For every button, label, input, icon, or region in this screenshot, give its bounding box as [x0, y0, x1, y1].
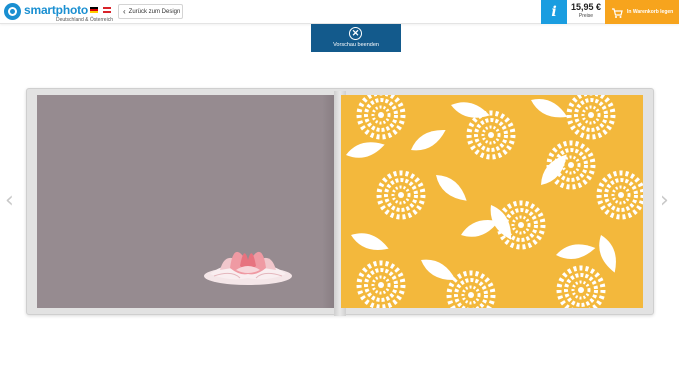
add-to-cart-button[interactable]: In Warenkorb legen — [605, 0, 679, 24]
info-icon: i — [551, 4, 557, 20]
back-to-design-label: Zurück zum Design — [128, 8, 181, 15]
previous-page-arrow[interactable]: ‹ — [5, 190, 14, 212]
info-button[interactable]: i — [541, 0, 567, 24]
smartphoto-logo[interactable]: smartphoto Deutschland & Österreich — [4, 2, 114, 23]
logo-name: smartphoto — [24, 3, 89, 17]
german-flag-icon — [90, 7, 98, 13]
add-to-cart-label: In Warenkorb legen — [627, 9, 674, 15]
price-display: 15,95 € Preise — [567, 2, 605, 22]
cart-icon — [611, 6, 623, 18]
back-to-design-button[interactable]: ‹ Zurück zum Design — [118, 4, 183, 19]
chevron-right-icon: › — [660, 188, 669, 213]
smartphoto-logo-icon — [4, 3, 21, 20]
photobook-spread — [26, 88, 654, 316]
next-page-arrow[interactable]: › — [660, 190, 669, 212]
left-page[interactable] — [37, 95, 338, 308]
close-circle-icon: ✕ — [349, 27, 362, 40]
chevron-left-icon: ‹ — [5, 188, 14, 213]
price-value: 15,95 € — [570, 2, 602, 12]
right-page[interactable] — [341, 95, 643, 308]
austrian-flag-icon — [103, 7, 111, 13]
logo-subtitle: Deutschland & Österreich — [56, 17, 113, 23]
floral-pattern-image — [344, 95, 643, 308]
top-bar: smartphoto Deutschland & Österreich ‹ Zu… — [0, 0, 679, 24]
end-preview-button[interactable]: ✕ Vorschau beenden — [311, 24, 401, 52]
end-preview-label: Vorschau beenden — [333, 42, 379, 48]
price-label: Preise — [578, 13, 594, 19]
lotus-flower-image — [204, 251, 292, 285]
chevron-left-icon: ‹ — [123, 6, 126, 16]
